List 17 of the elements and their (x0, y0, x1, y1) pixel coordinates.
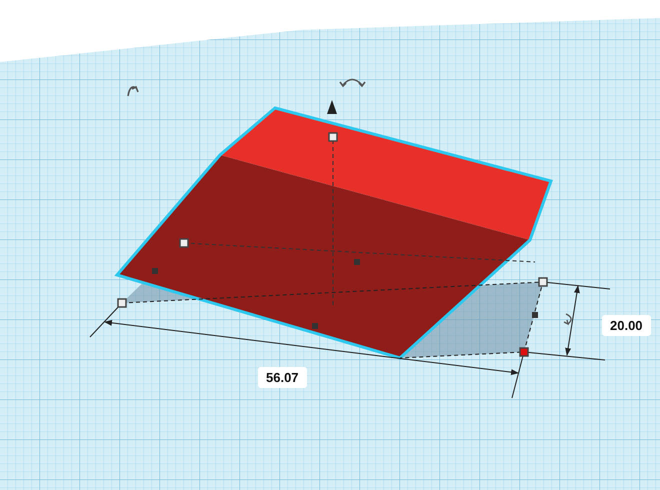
resize-handle[interactable] (519, 347, 529, 357)
resize-handle[interactable] (328, 132, 338, 142)
box-shape-drawing[interactable] (114, 106, 553, 360)
resize-handle[interactable] (538, 277, 548, 287)
midpoint-handle[interactable] (532, 312, 538, 318)
height-arrow-icon[interactable] (327, 100, 337, 114)
midpoint-handle[interactable] (354, 259, 360, 265)
resize-handle[interactable] (117, 298, 127, 308)
resize-handle[interactable] (179, 238, 189, 248)
dimension-value[interactable]: 56.07 (258, 367, 307, 388)
midpoint-handle[interactable] (152, 268, 158, 274)
dimension-line (565, 285, 580, 356)
rotate-arrow-icon[interactable] (127, 86, 139, 97)
dimension-value[interactable]: 20.00 (602, 315, 651, 336)
midpoint-handle[interactable] (312, 323, 318, 329)
rotate-arrow-icon[interactable] (339, 78, 366, 87)
rotate-arrow-icon[interactable] (563, 313, 572, 325)
